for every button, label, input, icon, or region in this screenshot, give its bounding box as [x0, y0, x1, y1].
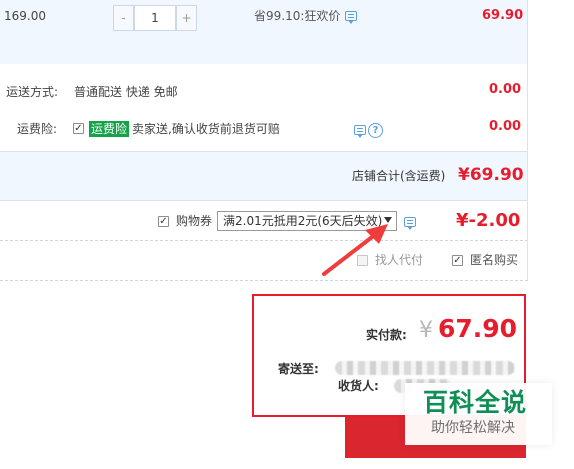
message-icon[interactable]: [345, 11, 357, 24]
right-border-top: [527, 0, 528, 280]
ship-to-redacted: [335, 361, 515, 375]
freight-insurance-badge: 运费险: [89, 121, 130, 137]
store-total-top-border: [0, 151, 528, 152]
proxy-pay-label: 找人代付: [375, 253, 424, 267]
freight-insurance-checkbox[interactable]: ✓: [73, 123, 84, 134]
watermark-title: 百科全说: [423, 388, 528, 417]
freight-insurance-label: 运费险:: [17, 122, 58, 136]
shipping-method-value: 普通配送 快递 免邮: [74, 85, 178, 99]
payment-label: 实付款:: [366, 328, 407, 342]
freight-insurance-description: 卖家送,确认收货前退货可赔: [132, 122, 280, 136]
store-total-background: [0, 151, 528, 200]
promo-text: 省99.10:狂欢价: [254, 9, 341, 23]
help-icon[interactable]: ?: [368, 123, 383, 138]
receiver-label: 收货人:: [338, 379, 379, 393]
payment-currency: ¥: [419, 318, 433, 343]
store-total-value: ¥69.90: [458, 165, 524, 185]
options-divider: [0, 280, 528, 281]
voucher-label: 购物券: [176, 214, 213, 228]
watermark-subtitle: 助你轻松解决: [431, 420, 515, 436]
shipping-method-label: 运送方式:: [6, 85, 59, 99]
ship-to-label: 寄送至:: [278, 362, 319, 376]
voucher-message-icon[interactable]: [404, 217, 416, 230]
freight-insurance-price: 0.00: [489, 119, 522, 134]
bottom-strip: [0, 458, 574, 469]
proxy-pay-checkbox[interactable]: [357, 255, 368, 266]
store-total-bottom-border: [0, 200, 528, 201]
item-subtotal: 69.90: [482, 8, 524, 23]
red-arrow-icon: [322, 224, 388, 276]
shipping-price: 0.00: [489, 82, 522, 97]
unit-price: 169.00: [4, 9, 46, 23]
quantity-decrease-button[interactable]: -: [113, 5, 134, 31]
voucher-amount: ¥-2.00: [456, 210, 521, 231]
quantity-increase-button[interactable]: +: [176, 5, 197, 31]
quantity-input[interactable]: 1: [134, 5, 176, 31]
watermark-badge: 百科全说 助你轻松解决: [405, 383, 552, 445]
insurance-message-icon[interactable]: [354, 125, 366, 138]
shipping-section-background: [0, 64, 528, 151]
anonymous-purchase-checkbox[interactable]: ✓: [452, 255, 463, 266]
anonymous-purchase-label: 匿名购买: [470, 253, 519, 267]
store-total-label: 店铺合计(含运费): [352, 169, 446, 183]
voucher-divider: [0, 240, 528, 241]
voucher-checkbox[interactable]: ✓: [158, 216, 169, 227]
payment-amount: 67.90: [438, 314, 518, 343]
